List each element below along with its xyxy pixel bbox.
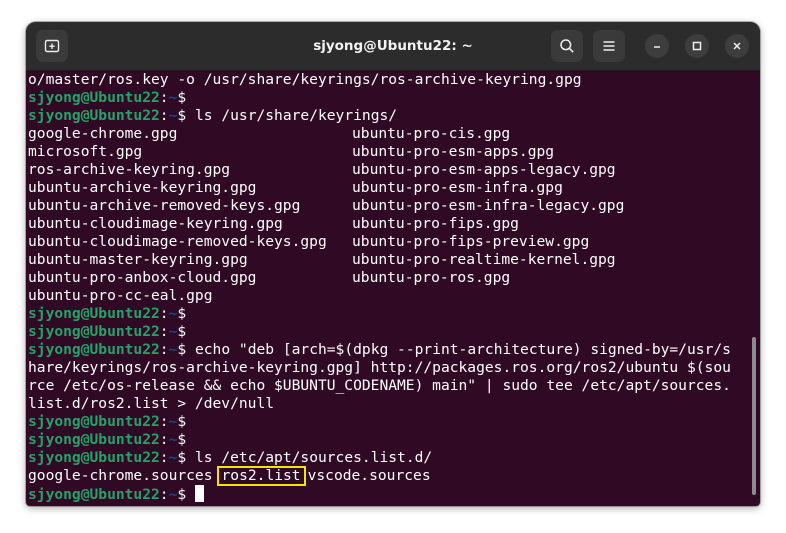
listing-row: ubuntu-archive-keyring.gpg ubuntu-pro-esm… xyxy=(28,179,563,196)
prompt-line: sjyong@Ubuntu22:~$ xyxy=(28,413,187,430)
terminal-line: rce /etc/os-release && echo $UBUNTU_CODE… xyxy=(28,377,731,394)
prompt-line: sjyong@Ubuntu22:~$ ls /etc/apt/sources.l… xyxy=(28,449,433,466)
prompt-line: sjyong@Ubuntu22:~$ echo "deb [arch=$(dpk… xyxy=(28,341,731,358)
prompt-user: sjyong@Ubuntu22 xyxy=(28,486,160,503)
prompt-user: sjyong@Ubuntu22 xyxy=(28,107,160,124)
terminal-line: list.d/ros2.list > /dev/null xyxy=(28,395,275,412)
prompt-line: sjyong@Ubuntu22:~$ xyxy=(28,89,187,106)
prompt-line: sjyong@Ubuntu22:~$ xyxy=(28,431,187,448)
prompt-user: sjyong@Ubuntu22 xyxy=(28,89,160,106)
listing-entry: vscode.sources xyxy=(307,467,431,484)
listing-row: google-chrome.gpg ubuntu-pro-cis.gpg xyxy=(28,125,511,142)
prompt-line: sjyong@Ubuntu22:~$ ls /usr/share/keyring… xyxy=(28,107,398,124)
listing-entry: google-chrome.sources xyxy=(28,467,213,484)
maximize-icon xyxy=(692,41,702,51)
prompt-user: sjyong@Ubuntu22 xyxy=(28,449,160,466)
search-button[interactable] xyxy=(551,30,583,62)
hamburger-menu-icon xyxy=(603,41,615,51)
listing-row: microsoft.gpg ubuntu-pro-esm-apps.gpg xyxy=(28,143,555,160)
listing-row: ubuntu-archive-removed-keys.gpg ubuntu-pr… xyxy=(28,197,625,214)
prompt-line: sjyong@Ubuntu22:~$ xyxy=(26,485,748,503)
listing-row: ubuntu-cloudimage-removed-keys.gpg ubuntu… xyxy=(28,233,590,250)
sources-listing-row: google-chrome.sources ros2.list vscode.sou… xyxy=(26,466,748,486)
minimize-button[interactable] xyxy=(645,34,669,58)
close-button[interactable] xyxy=(725,34,749,58)
maximize-button[interactable] xyxy=(685,34,709,58)
listing-row: ubuntu-pro-anbox-cloud.gpg ubuntu-pro-ros… xyxy=(28,269,511,286)
title-bar[interactable]: sjyong@Ubuntu22: ~ xyxy=(26,22,760,71)
prompt-user: sjyong@Ubuntu22 xyxy=(28,413,160,430)
listing-row: ubuntu-pro-cc-eal.gpg xyxy=(28,287,213,304)
highlighted-entry: ros2.list xyxy=(216,466,306,486)
command-text: ls /usr/share/keyrings/ xyxy=(186,107,398,124)
prompt-line: sjyong@Ubuntu22:~$ xyxy=(28,323,187,340)
command-text: ls /etc/apt/sources.list.d/ xyxy=(186,449,433,466)
terminal-line: o/master/ros.key -o /usr/share/keyrings/… xyxy=(28,71,582,88)
search-icon xyxy=(560,39,574,53)
close-icon xyxy=(733,42,741,50)
scrollbar-thumb[interactable] xyxy=(752,337,756,495)
menu-button[interactable] xyxy=(593,30,625,62)
listing-row: ros-archive-keyring.gpg ubuntu-pro-esm-ap… xyxy=(28,161,616,178)
prompt-user: sjyong@Ubuntu22 xyxy=(28,323,160,340)
prompt-user: sjyong@Ubuntu22 xyxy=(28,431,160,448)
prompt-line: sjyong@Ubuntu22:~$ xyxy=(28,305,187,322)
terminal-window: sjyong@Ubuntu22: ~ o/master/ros.key -o /… xyxy=(26,22,760,506)
command-text: echo "deb [arch=$(dpkg --print-architect… xyxy=(186,341,731,358)
terminal-line: hare/keyrings/ros-archive-keyring.gpg] h… xyxy=(28,359,731,376)
listing-row: ubuntu-cloudimage-keyring.gpg ubuntu-pro-… xyxy=(28,215,519,232)
listing-row: ubuntu-master-keyring.gpg ubuntu-pro-real… xyxy=(28,251,616,268)
prompt-user: sjyong@Ubuntu22 xyxy=(28,341,160,358)
text-cursor xyxy=(194,485,204,502)
prompt-user: sjyong@Ubuntu22 xyxy=(28,305,160,322)
terminal-output[interactable]: o/master/ros.key -o /usr/share/keyrings/… xyxy=(26,71,748,506)
minimize-icon xyxy=(654,46,660,48)
